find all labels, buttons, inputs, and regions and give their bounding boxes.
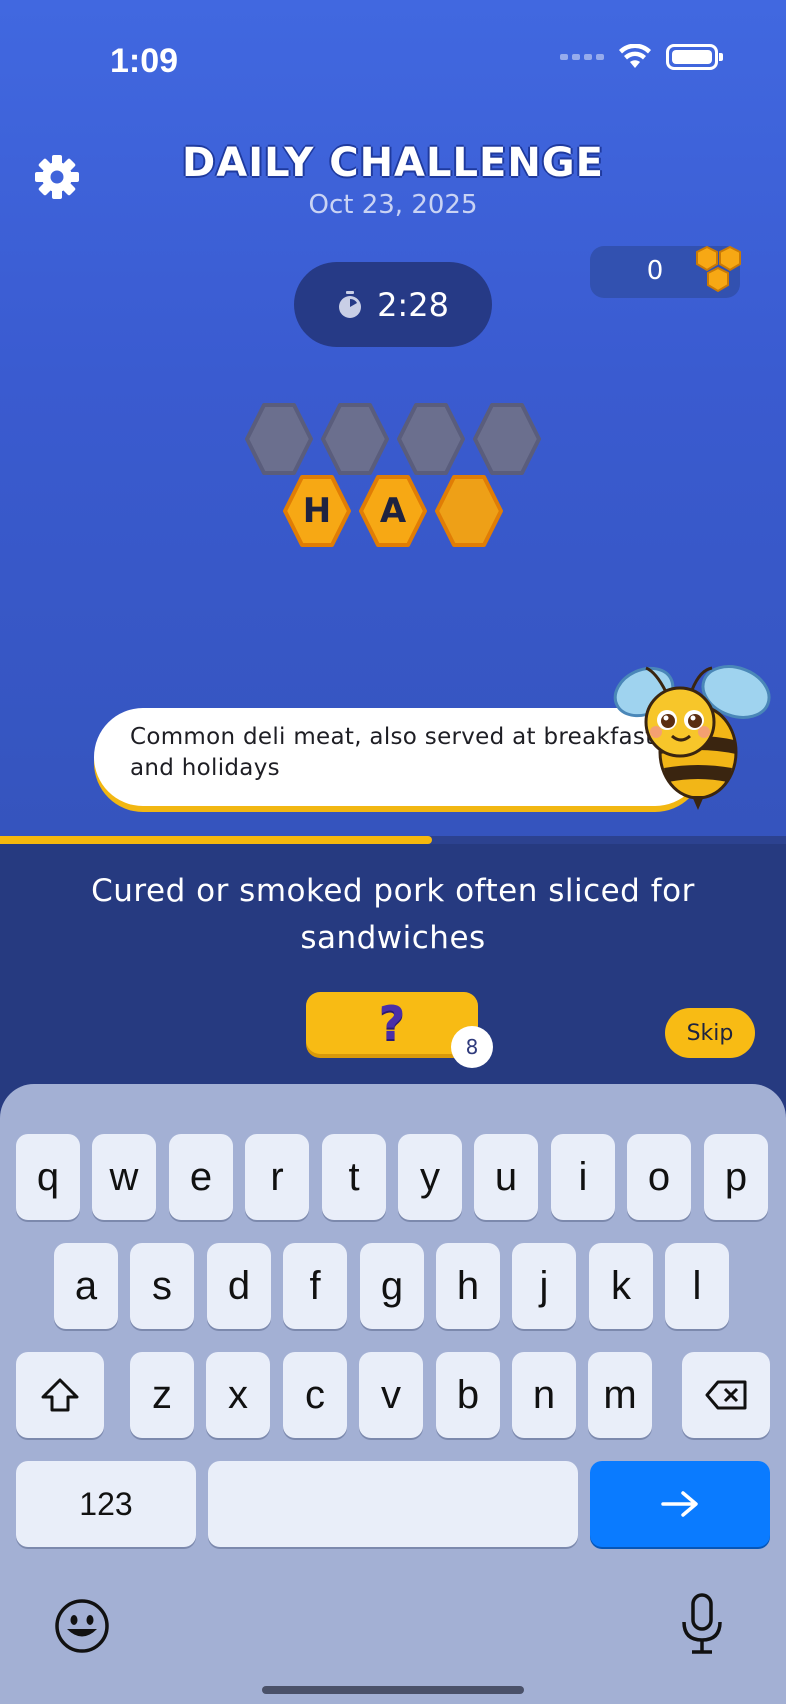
active-letter-slot: [434, 474, 504, 548]
key-l[interactable]: l: [665, 1243, 729, 1329]
key-b[interactable]: b: [436, 1352, 500, 1438]
progress-fill: [0, 836, 432, 844]
question-text: Cured or smoked pork often sliced for sa…: [91, 873, 695, 956]
backspace-key[interactable]: [682, 1352, 770, 1438]
key-f[interactable]: f: [283, 1243, 347, 1329]
stopwatch-icon: [339, 290, 362, 318]
status-time: 1:09: [110, 42, 179, 80]
hint-count-badge: 8: [451, 1026, 493, 1068]
timer-value: 2:28: [377, 285, 449, 324]
empty-letter-slot: [396, 402, 466, 476]
status-icons: [560, 44, 723, 70]
key-y[interactable]: y: [398, 1134, 462, 1220]
key-k[interactable]: k: [589, 1243, 653, 1329]
go-key[interactable]: [590, 1461, 770, 1547]
key-h[interactable]: h: [436, 1243, 500, 1329]
filled-letter-tile: A: [358, 474, 428, 548]
filled-letter-tile: H: [282, 474, 352, 548]
key-v[interactable]: v: [359, 1352, 423, 1438]
key-a[interactable]: a: [54, 1243, 118, 1329]
page-title: DAILY CHALLENGE: [182, 140, 604, 186]
key-r[interactable]: r: [245, 1134, 309, 1220]
shift-arrow-icon: [41, 1378, 79, 1412]
clue-text: Common deli meat, also served at breakfa…: [130, 724, 667, 781]
key-j[interactable]: j: [512, 1243, 576, 1329]
bee-mascot: [613, 665, 771, 810]
wifi-icon: [619, 44, 651, 68]
key-g[interactable]: g: [360, 1243, 424, 1329]
key-o[interactable]: o: [627, 1134, 691, 1220]
challenge-date: Oct 23, 2025: [308, 190, 478, 220]
key-s[interactable]: s: [130, 1243, 194, 1329]
home-indicator: [262, 1686, 524, 1694]
key-n[interactable]: n: [512, 1352, 576, 1438]
shift-key[interactable]: [16, 1352, 104, 1438]
countdown-timer: 2:28: [294, 262, 492, 347]
arrow-right-icon: [661, 1491, 698, 1517]
microphone-icon[interactable]: [678, 1592, 726, 1656]
key-u[interactable]: u: [474, 1134, 538, 1220]
empty-letter-slot: [472, 402, 542, 476]
key-c[interactable]: c: [283, 1352, 347, 1438]
key-x[interactable]: x: [206, 1352, 270, 1438]
emoji-icon[interactable]: [54, 1598, 110, 1654]
key-i[interactable]: i: [551, 1134, 615, 1220]
key-w[interactable]: w: [92, 1134, 156, 1220]
honeycomb-icon: [696, 245, 741, 293]
cellular-signal-icon: [560, 54, 604, 60]
space-key[interactable]: [208, 1461, 578, 1547]
skip-button[interactable]: Skip: [665, 1008, 755, 1058]
key-t[interactable]: t: [322, 1134, 386, 1220]
key-z[interactable]: z: [130, 1352, 194, 1438]
key-q[interactable]: q: [16, 1134, 80, 1220]
empty-letter-slot: [244, 402, 314, 476]
key-m[interactable]: m: [588, 1352, 652, 1438]
delete-icon: [705, 1380, 747, 1410]
question-mark-icon: ?: [378, 996, 406, 1050]
key-e[interactable]: e: [169, 1134, 233, 1220]
empty-letter-slot: [320, 402, 390, 476]
key-d[interactable]: d: [207, 1243, 271, 1329]
key-p[interactable]: p: [704, 1134, 768, 1220]
numbers-key[interactable]: 123: [16, 1461, 196, 1547]
battery-icon: [666, 44, 723, 70]
